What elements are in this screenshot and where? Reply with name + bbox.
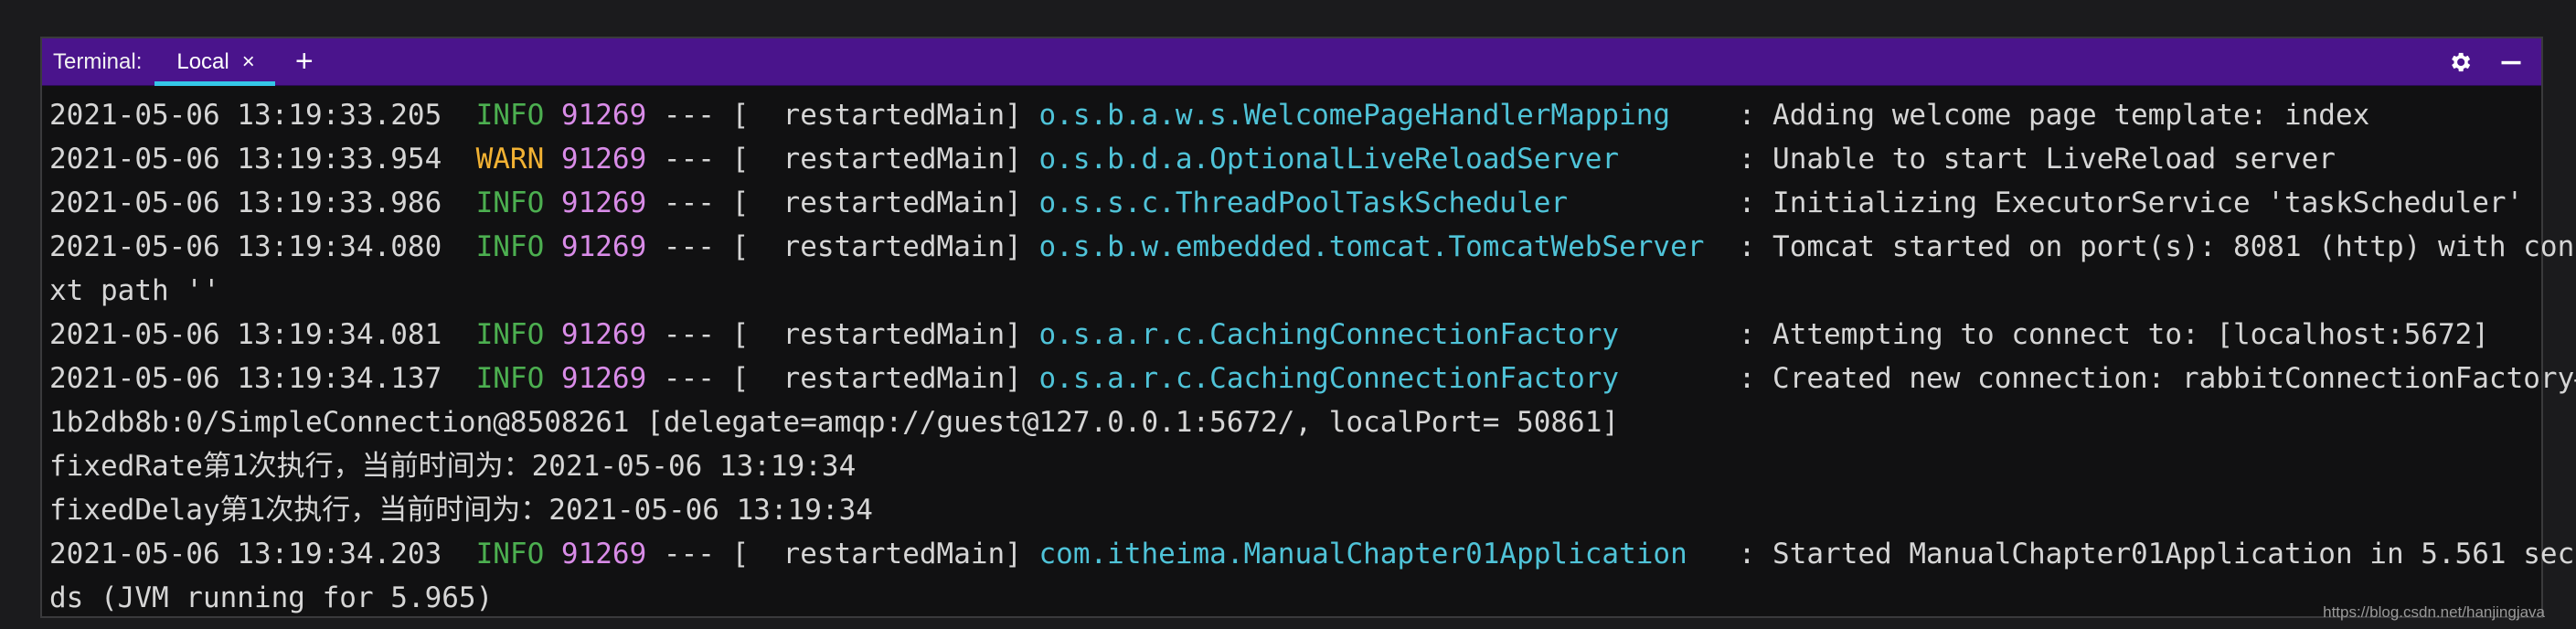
console-output-line: fixedRate第1次执行，当前时间为：2021-05-06 13:19:34 [49,450,857,483]
log-line: 2021-05-06 13:19:33.986 INFO 91269 --- [… [49,187,2524,219]
terminal-output[interactable]: 2021-05-06 13:19:33.205 INFO 91269 --- [… [49,86,2576,614]
toolbar-actions [2444,47,2541,78]
editor-top-strip [0,0,2576,37]
tab-label: Local [176,48,229,74]
log-line: 2021-05-06 13:19:34.203 INFO 91269 --- [… [49,538,2576,570]
log-line: 2021-05-06 13:19:34.081 INFO 91269 --- [… [49,318,2489,351]
tab-local[interactable]: Local × [154,38,275,86]
terminal-toolbar: Terminal: Local × + [42,38,2541,86]
close-icon[interactable]: × [242,49,255,75]
watermark: https://blog.csdn.net/hanjingjava [2323,603,2545,621]
log-line: 2021-05-06 13:19:33.205 INFO 91269 --- [… [49,99,2370,132]
gear-icon[interactable] [2444,47,2475,78]
terminal-title: Terminal: [53,48,143,74]
log-line: 2021-05-06 13:19:34.137 INFO 91269 --- [… [49,362,2576,395]
log-line-continuation: ds (JVM running for 5.965) [49,581,494,614]
console-output-line: fixedDelay第1次执行，当前时间为：2021-05-06 13:19:3… [49,494,873,527]
log-line: 2021-05-06 13:19:34.080 INFO 91269 --- [… [49,230,2576,263]
log-line-continuation: 1b2db8b:0/SimpleConnection@8508261 [dele… [49,406,1620,439]
add-terminal-button[interactable]: + [286,44,323,80]
log-line-continuation: xt path '' [49,274,220,307]
minimize-icon[interactable] [2496,47,2527,78]
log-line: 2021-05-06 13:19:33.954 WARN 91269 --- [… [49,143,2336,176]
active-tab-indicator [154,80,275,86]
terminal-panel: Terminal: Local × + 2021-05-06 13:19:33.… [40,37,2576,618]
